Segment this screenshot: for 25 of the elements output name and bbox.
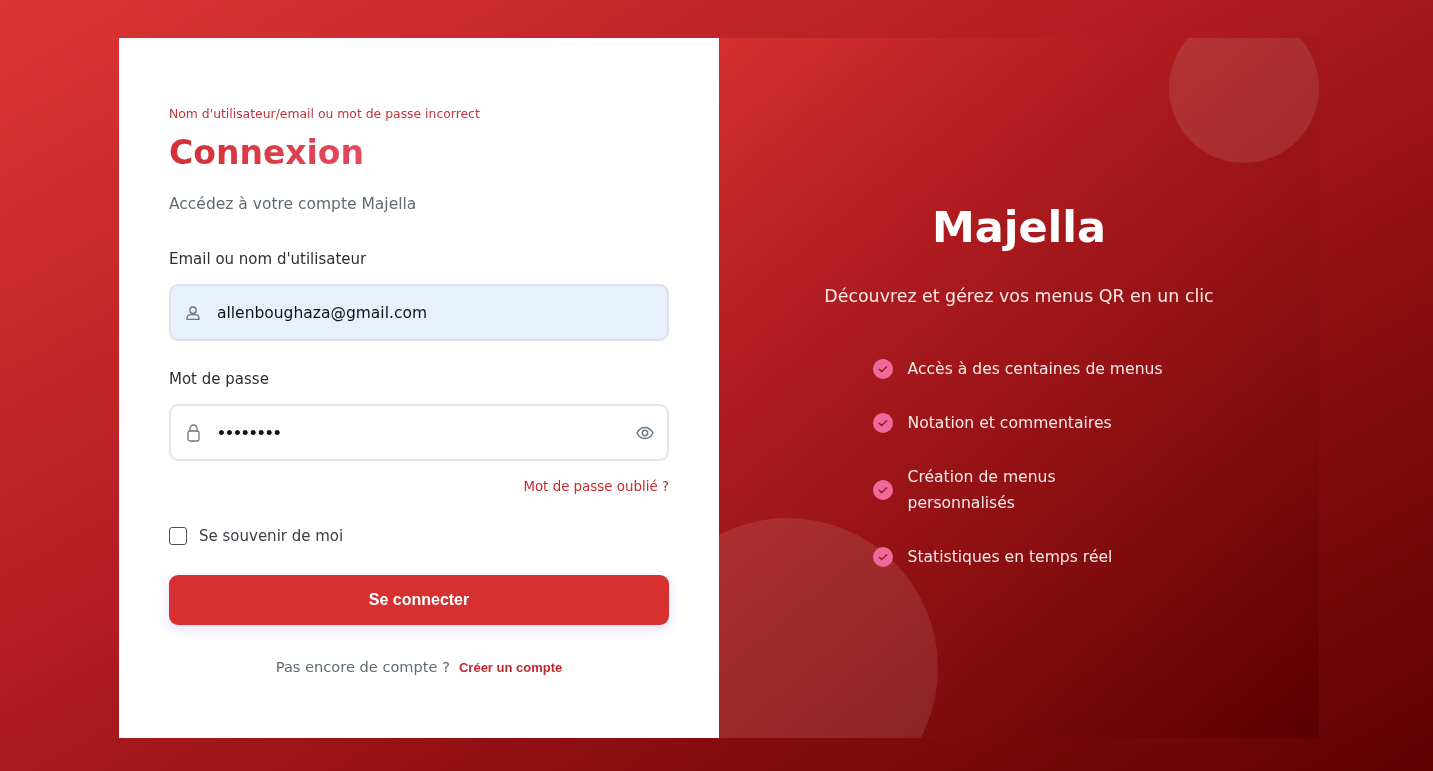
feature-text: Création de menus personnalisés (907, 466, 1057, 514)
signup-prompt: Pas encore de compte ? (275, 657, 450, 677)
check-circle-icon (872, 358, 893, 379)
login-button[interactable]: Se connecter (169, 575, 669, 625)
forgot-password-link[interactable]: Mot de passe oublié ? (523, 477, 669, 497)
lock-icon (187, 423, 200, 442)
field-label: Email ou nom d'utilisateur (169, 249, 367, 270)
check-circle-icon (872, 546, 893, 567)
remember-label[interactable]: Se souvenir de moi (199, 527, 344, 545)
feature-text: Notation et commentaires (907, 412, 1113, 434)
user-icon (186, 305, 200, 320)
brand-name: Majella (931, 200, 1107, 254)
signup-link[interactable]: Créer un compte (458, 657, 563, 679)
password-input[interactable]: •••••••• (169, 404, 669, 461)
remember-checkbox[interactable] (169, 527, 187, 545)
check-circle-icon (872, 412, 893, 433)
feature-text: Statistiques en temps réel (907, 546, 1114, 568)
error-message: Nom d'utilisateur/email ou mot de passe incorrect (169, 105, 480, 123)
eye-icon[interactable] (636, 425, 654, 440)
email-input[interactable]: allenboughaza@gmail.com (169, 284, 669, 341)
field-label: Mot de passe (169, 369, 269, 390)
login-subtitle: Accédez à votre compte Majella (169, 194, 417, 215)
check-circle-icon (872, 479, 893, 500)
brand-tagline: Découvrez et gérez vos menus QR en un clic (824, 284, 1214, 308)
feature-text: Accès à des centaines de menus (907, 358, 1164, 380)
